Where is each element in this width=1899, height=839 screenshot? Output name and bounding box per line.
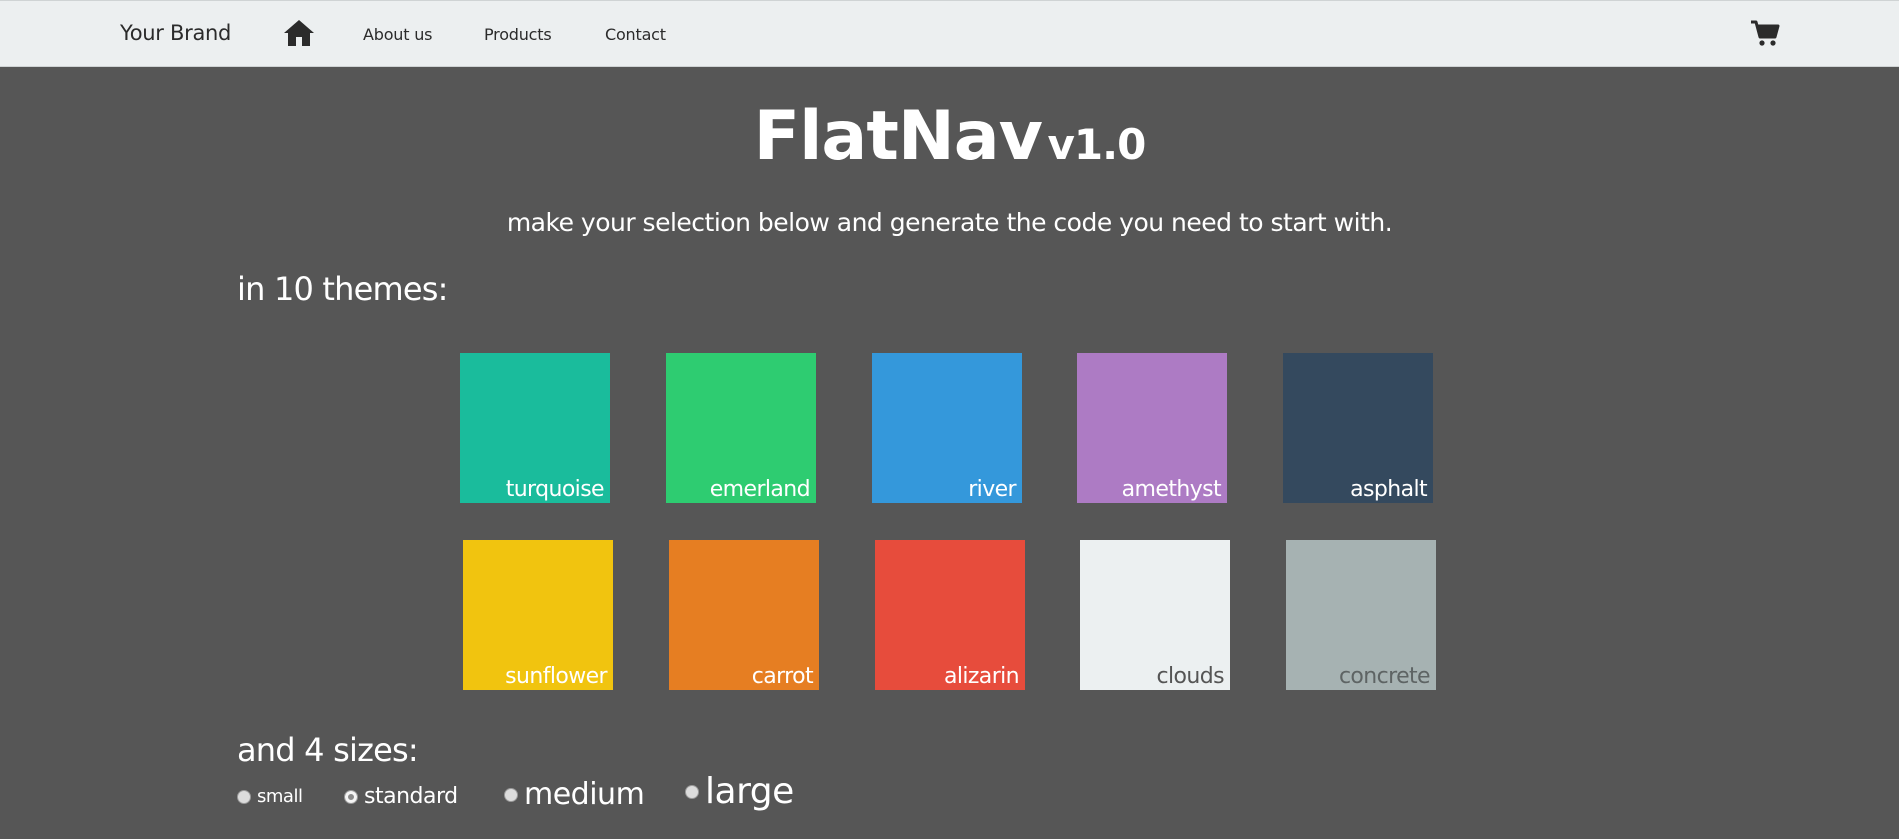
- theme-swatch-turquoise[interactable]: turquoise: [460, 353, 610, 503]
- theme-swatch-clouds[interactable]: clouds: [1080, 540, 1230, 690]
- nav-link-products[interactable]: Products: [484, 25, 552, 44]
- nav-link-contact[interactable]: Contact: [605, 25, 666, 44]
- size-label-large: large: [705, 771, 794, 812]
- size-option-large[interactable]: large: [685, 771, 794, 812]
- theme-swatch-concrete[interactable]: concrete: [1286, 540, 1436, 690]
- swatch-label: carrot: [751, 664, 814, 689]
- theme-swatch-amethyst[interactable]: amethyst: [1077, 353, 1227, 503]
- size-label-standard: standard: [364, 784, 458, 809]
- size-option-standard[interactable]: standard: [344, 784, 458, 809]
- cart-icon[interactable]: [1750, 19, 1780, 47]
- swatch-label: amethyst: [1121, 477, 1222, 502]
- title-main: FlatNav: [753, 97, 1043, 176]
- swatch-label: concrete: [1338, 664, 1431, 689]
- swatch-label: clouds: [1156, 664, 1225, 689]
- size-radio-medium[interactable]: [504, 787, 518, 802]
- page-subtitle: make your selection below and generate t…: [506, 208, 1393, 237]
- size-option-medium[interactable]: medium: [504, 777, 645, 812]
- top-navbar: Your Brand About us Products Contact: [0, 0, 1899, 67]
- size-label-medium: medium: [524, 777, 645, 812]
- size-option-small[interactable]: small: [237, 786, 303, 807]
- theme-swatch-river[interactable]: river: [872, 353, 1022, 503]
- brand-link[interactable]: Your Brand: [120, 21, 231, 45]
- theme-swatch-sunflower[interactable]: sunflower: [463, 540, 613, 690]
- swatch-label: turquoise: [505, 477, 605, 502]
- nav-link-about-us[interactable]: About us: [363, 25, 432, 44]
- home-icon[interactable]: [283, 19, 315, 47]
- theme-swatch-alizarin[interactable]: alizarin: [875, 540, 1025, 690]
- title-version: v1.0: [1047, 120, 1147, 169]
- sizes-heading: and 4 sizes:: [237, 731, 419, 769]
- swatch-label: asphalt: [1350, 477, 1427, 502]
- swatch-label: emerland: [709, 477, 811, 502]
- size-radio-small[interactable]: [237, 789, 251, 804]
- size-radio-large[interactable]: [685, 784, 699, 799]
- swatch-label: river: [968, 477, 1016, 502]
- themes-heading: in 10 themes:: [237, 270, 448, 308]
- swatch-label: alizarin: [943, 664, 1020, 689]
- size-radio-standard[interactable]: [344, 789, 358, 804]
- theme-swatch-asphalt[interactable]: asphalt: [1283, 353, 1433, 503]
- theme-swatch-carrot[interactable]: carrot: [669, 540, 819, 690]
- size-label-small: small: [257, 786, 303, 807]
- swatch-label: sunflower: [505, 664, 607, 689]
- theme-swatch-emerland[interactable]: emerland: [666, 353, 816, 503]
- page-title: FlatNav v1.0: [0, 97, 1899, 176]
